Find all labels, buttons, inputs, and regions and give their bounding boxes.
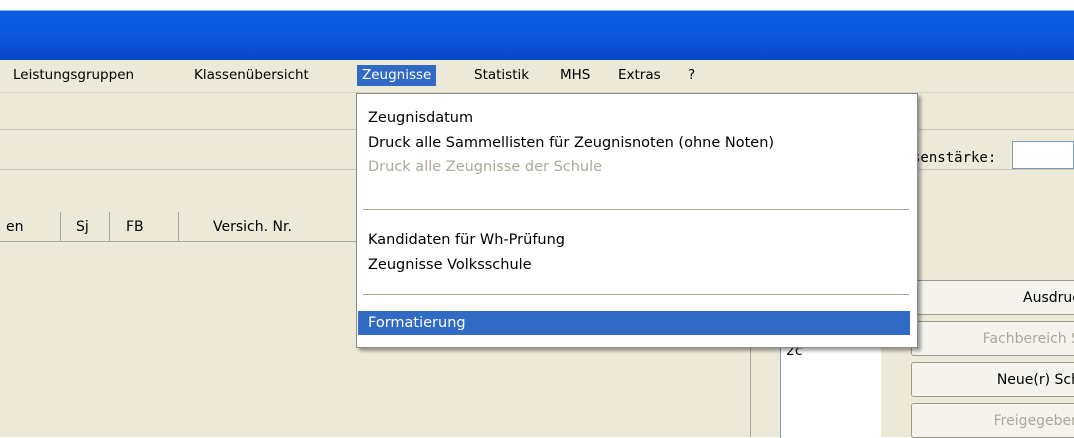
- column-divider[interactable]: [60, 212, 61, 241]
- menu-extras[interactable]: Extras: [613, 65, 666, 86]
- menu-help[interactable]: ?: [683, 65, 700, 86]
- menu-item-zeugnisdatum[interactable]: Zeugnisdatum: [358, 106, 910, 130]
- zeugnisse-dropdown-menu: Zeugnisdatum Druck alle Sammellisten für…: [356, 93, 918, 348]
- menu-item-kandidaten-wh-pruefung[interactable]: Kandidaten für Wh-Prüfung: [358, 228, 910, 252]
- column-divider[interactable]: [109, 212, 110, 241]
- header-fb[interactable]: FB: [126, 217, 144, 237]
- header-versich-nr[interactable]: Versich. Nr.: [213, 217, 292, 237]
- menu-item-druck-sammellisten[interactable]: Druck alle Sammellisten für Zeugnisnoten…: [358, 131, 910, 155]
- menu-separator: [363, 209, 909, 210]
- menu-statistik[interactable]: Statistik: [469, 65, 534, 86]
- menu-item-formatierung[interactable]: Formatierung: [358, 311, 910, 335]
- menu-klassenuebersicht[interactable]: Klassenübersicht: [189, 65, 314, 86]
- header-sj[interactable]: Sj: [76, 217, 89, 237]
- menu-item-zeugnisse-volksschule[interactable]: Zeugnisse Volksschule: [358, 253, 910, 277]
- menu-leistungsgruppen[interactable]: Leistungsgruppen: [8, 65, 139, 86]
- menu-zeugnisse[interactable]: Zeugnisse: [357, 65, 437, 86]
- menu-separator: [363, 294, 909, 295]
- freigegeben-button[interactable]: Freigegeben: [911, 403, 1074, 438]
- column-divider[interactable]: [178, 212, 179, 241]
- menubar: Leistungsgruppen Klassenübersicht Zeugni…: [0, 60, 1074, 93]
- header-name[interactable]: en: [6, 217, 24, 237]
- fachbereich-button[interactable]: Fachbereich S: [911, 321, 1074, 356]
- menu-item-druck-alle-zeugnisse: Druck alle Zeugnisse der Schule: [368, 159, 603, 175]
- ausdruck-button[interactable]: Ausdruc: [911, 280, 1074, 315]
- neue-schueler-button[interactable]: Neue(r) Sch: [911, 362, 1074, 397]
- klassenstaerke-field[interactable]: [1012, 141, 1074, 169]
- window-titlebar: [0, 0, 1074, 60]
- klassenstaerke-label: senstärke:: [912, 150, 997, 166]
- menu-mhs[interactable]: MHS: [555, 65, 595, 86]
